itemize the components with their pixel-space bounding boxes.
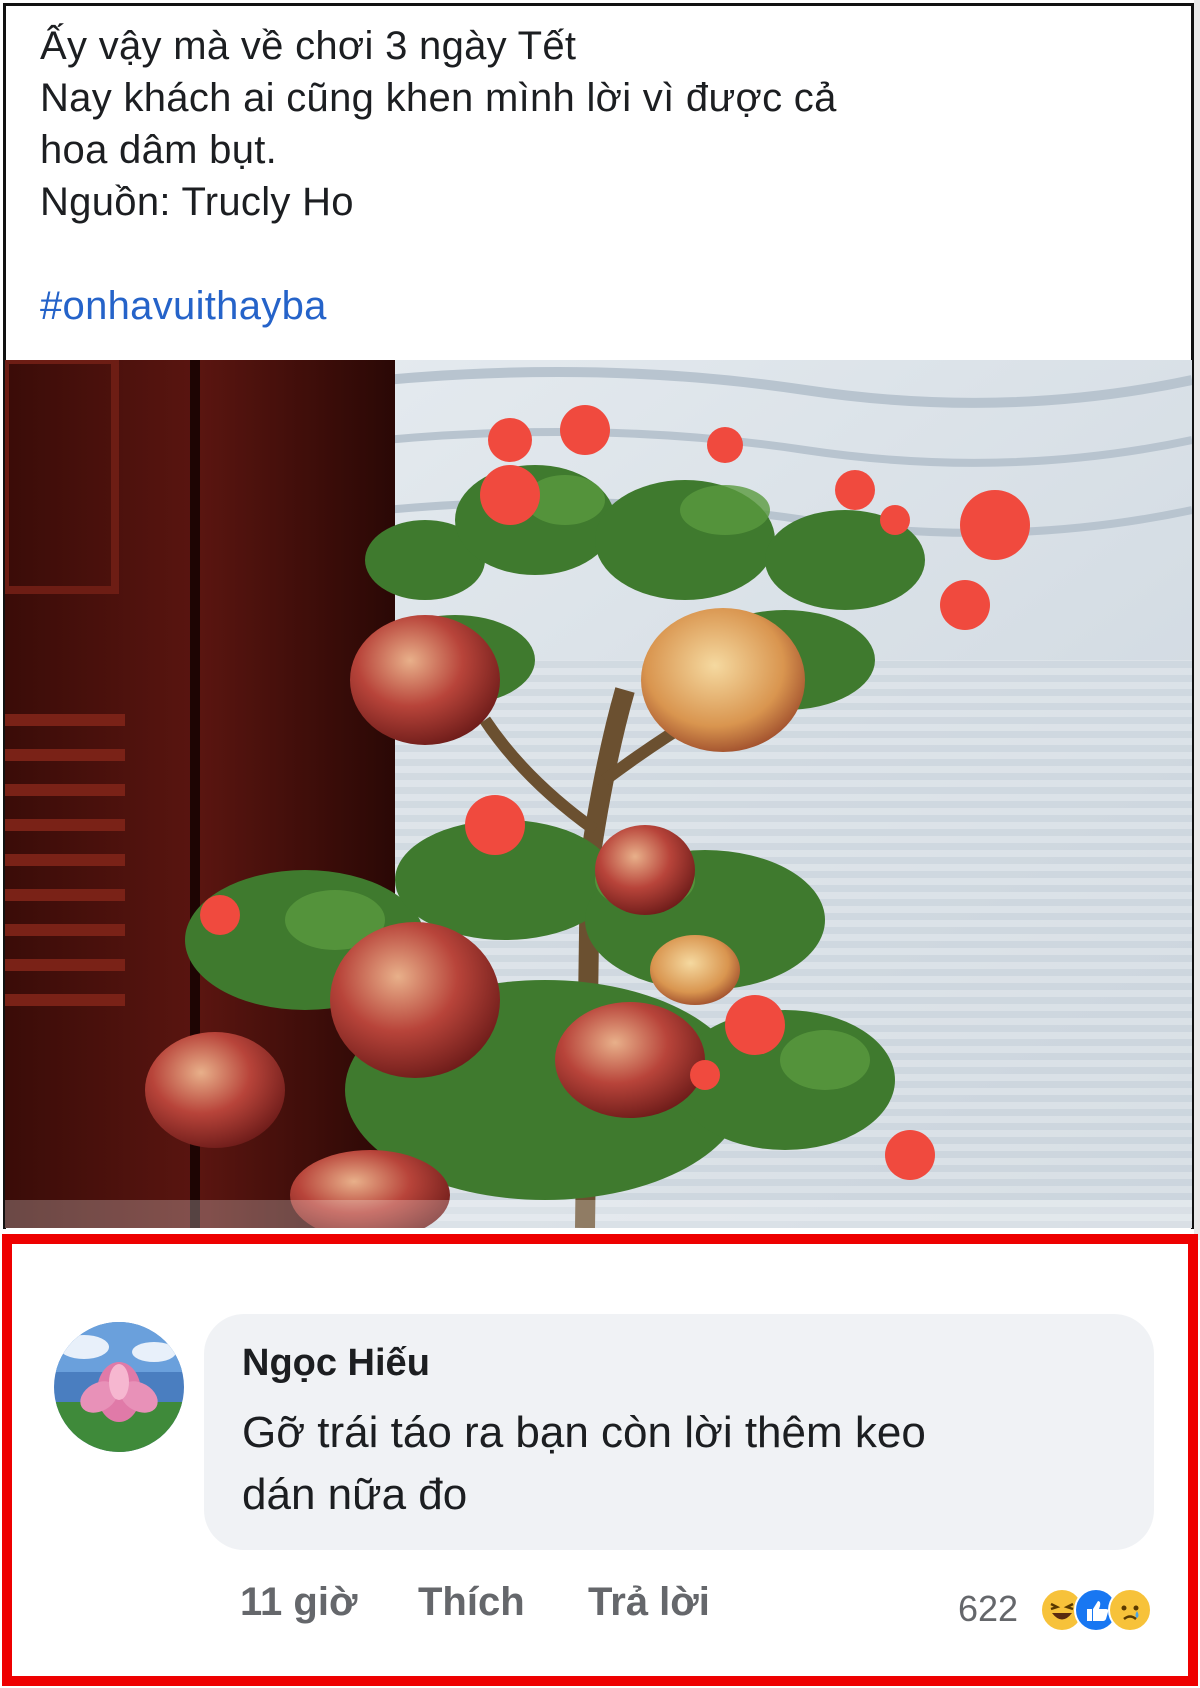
post-line: Nguồn: Trucly Ho [40, 180, 354, 224]
like-button[interactable]: Thích [418, 1580, 525, 1625]
post-line: Ấy vậy mà về chơi 3 ngày Tết [40, 24, 577, 68]
comment-time[interactable]: 11 giờ [240, 1580, 357, 1625]
bonsai-photo [5, 360, 1192, 1228]
post-line: hoa dâm bụt. [40, 128, 278, 172]
comment-bubble: Ngọc Hiếu Gỡ trái táo ra bạn còn lời thê… [204, 1314, 1154, 1550]
post-photo[interactable] [5, 360, 1192, 1228]
comment-line: dán nữa đo [242, 1470, 468, 1519]
reaction-count: 622 [958, 1588, 1019, 1629]
comment-line: Gỡ trái táo ra bạn còn lời thêm keo [242, 1408, 926, 1457]
post-line: Nay khách ai cũng khen mình lời vì được … [40, 76, 837, 120]
avatar[interactable] [54, 1322, 184, 1452]
reply-button[interactable]: Trả lời [588, 1580, 710, 1625]
hashtag-link[interactable]: #onhavuithayba [40, 280, 1160, 332]
screen-edge [1194, 0, 1200, 1240]
comment-author[interactable]: Ngọc Hiếu [242, 1342, 430, 1385]
post-text: Ấy vậy mà về chơi 3 ngày Tết Nay khách a… [40, 20, 1160, 332]
comment-text: Gỡ trái táo ra bạn còn lời thêm keo dán … [242, 1402, 1122, 1526]
sad-icon [1108, 1588, 1152, 1632]
highlighted-comment: Ngọc Hiếu Gỡ trái táo ra bạn còn lời thê… [2, 1234, 1198, 1686]
lotus-avatar-icon [54, 1322, 184, 1452]
reaction-summary[interactable]: 622 [958, 1582, 1158, 1638]
